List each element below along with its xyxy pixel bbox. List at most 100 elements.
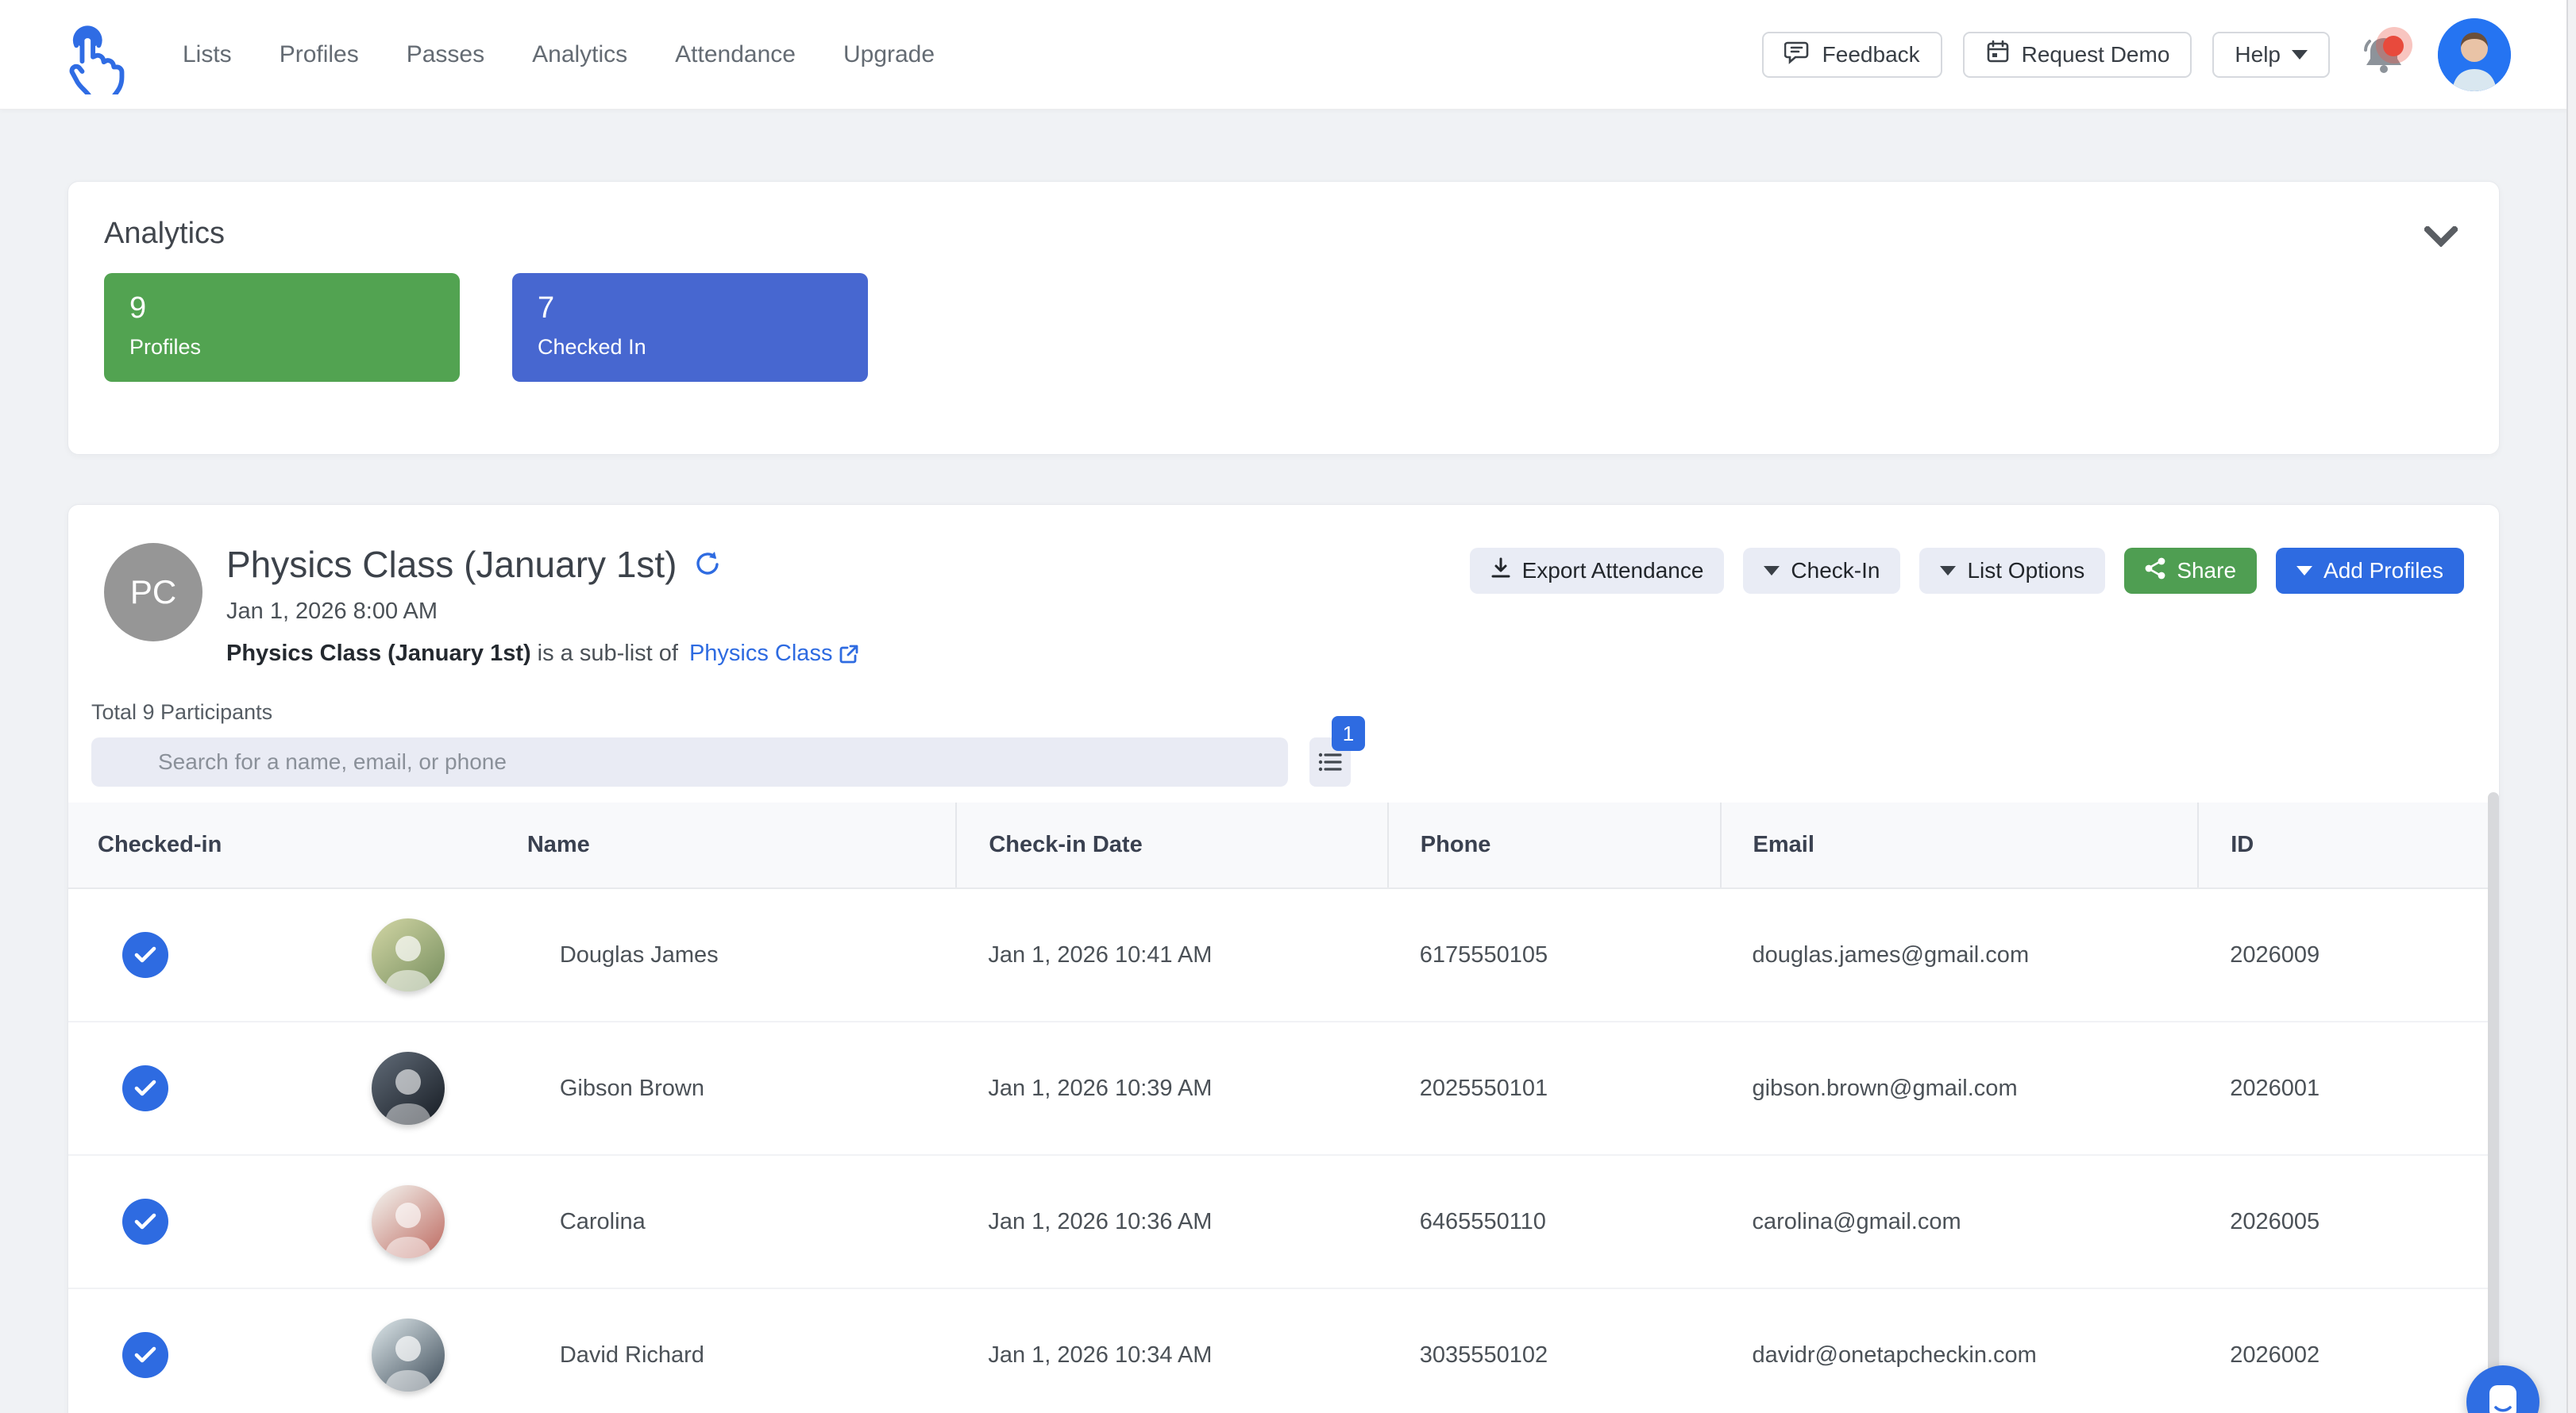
- check-icon: [133, 945, 157, 964]
- share-label: Share: [2177, 558, 2236, 583]
- profile-photo[interactable]: [372, 1052, 445, 1125]
- phone: 6175550105: [1388, 888, 1721, 1022]
- notification-bell-button[interactable]: [2362, 30, 2406, 79]
- column-checked-in[interactable]: Checked-in: [68, 803, 310, 888]
- checked-in-toggle[interactable]: [122, 932, 168, 978]
- phone: 6465550110: [1388, 1155, 1721, 1288]
- feedback-button[interactable]: Feedback: [1762, 32, 1942, 78]
- email: gibson.brown@gmail.com: [1721, 1022, 2199, 1155]
- request-demo-button[interactable]: Request Demo: [1963, 32, 2192, 78]
- help-label: Help: [2235, 42, 2281, 67]
- check-icon: [133, 1346, 157, 1365]
- participant-name[interactable]: David Richard: [560, 1342, 704, 1369]
- chevron-down-icon: [2424, 226, 2458, 247]
- participant-name[interactable]: Carolina: [560, 1209, 646, 1235]
- checked-in-label: Checked In: [538, 335, 843, 360]
- table-row[interactable]: Carolina Jan 1, 2026 10:36 AM 6465550110…: [68, 1155, 2499, 1288]
- profile-photo[interactable]: [372, 1185, 445, 1258]
- caret-down-icon: [2296, 566, 2312, 576]
- participant-id: 2026001: [2198, 1022, 2499, 1155]
- checked-in-stat-tile: 7 Checked In: [512, 273, 868, 382]
- sublist-text: is a sub-list of: [538, 641, 678, 667]
- list-view-icon: [1318, 752, 1342, 772]
- phone: 3035550102: [1388, 1288, 1721, 1413]
- profiles-label: Profiles: [129, 335, 434, 360]
- export-attendance-button[interactable]: Export Attendance: [1470, 548, 1725, 594]
- nav-item-attendance[interactable]: Attendance: [670, 33, 800, 76]
- check-in-date: Jan 1, 2026 10:34 AM: [956, 1288, 1387, 1413]
- nav-item-analytics[interactable]: Analytics: [527, 33, 632, 76]
- caret-down-icon: [1764, 566, 1780, 576]
- checked-in-toggle[interactable]: [122, 1332, 168, 1378]
- help-dropdown[interactable]: Help: [2212, 32, 2330, 78]
- feedback-icon: [1784, 39, 1811, 70]
- column-id[interactable]: ID: [2198, 803, 2499, 888]
- export-attendance-label: Export Attendance: [1522, 558, 1704, 583]
- list-options-dropdown-button[interactable]: List Options: [1919, 548, 2105, 594]
- participant-id: 2026005: [2198, 1155, 2499, 1288]
- caret-down-icon: [2292, 50, 2308, 60]
- refresh-icon[interactable]: [693, 549, 720, 580]
- profiles-stat-tile: 9 Profiles: [104, 273, 460, 382]
- list-datetime: Jan 1, 2026 8:00 AM: [226, 599, 859, 625]
- add-profiles-dropdown-button[interactable]: Add Profiles: [2276, 548, 2464, 594]
- request-demo-label: Request Demo: [2022, 42, 2170, 67]
- page-scrollbar[interactable]: [2566, 0, 2576, 1413]
- user-avatar[interactable]: [2438, 18, 2511, 91]
- view-count-badge: 1: [1332, 716, 1365, 751]
- list-detail-card: PC Physics Class (January 1st) Jan 1, 20…: [67, 504, 2500, 1413]
- feedback-label: Feedback: [1822, 42, 1920, 67]
- analytics-collapse-button[interactable]: [2419, 217, 2463, 256]
- analytics-card: Analytics 9 Profiles 7 Checked In: [67, 181, 2500, 455]
- list-view-toggle-button[interactable]: 1: [1309, 737, 1351, 787]
- email: davidr@onetapcheckin.com: [1721, 1288, 2199, 1413]
- nav-item-passes[interactable]: Passes: [402, 33, 489, 76]
- table-header-row: Checked-in Name Check-in Date Phone Emai…: [68, 803, 2499, 888]
- profile-photo[interactable]: [372, 1319, 445, 1392]
- column-name[interactable]: Name: [310, 803, 957, 888]
- caret-down-icon: [1940, 566, 1956, 576]
- column-phone[interactable]: Phone: [1388, 803, 1721, 888]
- check-in-date: Jan 1, 2026 10:39 AM: [956, 1022, 1387, 1155]
- top-navbar: Lists Profiles Passes Analytics Attendan…: [0, 0, 2576, 110]
- search-input[interactable]: [91, 737, 1288, 787]
- parent-list-link-label: Physics Class: [689, 641, 833, 667]
- checked-in-toggle[interactable]: [122, 1065, 168, 1111]
- parent-list-link[interactable]: Physics Class: [689, 641, 860, 667]
- analytics-title: Analytics: [104, 217, 2463, 251]
- participants-table: Checked-in Name Check-in Date Phone Emai…: [68, 803, 2499, 1413]
- total-participants: Total 9 Participants: [91, 700, 2499, 725]
- column-email[interactable]: Email: [1721, 803, 2199, 888]
- check-icon: [133, 1079, 157, 1098]
- participant-id: 2026002: [2198, 1288, 2499, 1413]
- onetap-logo-icon[interactable]: [56, 13, 132, 96]
- check-in-date: Jan 1, 2026 10:41 AM: [956, 888, 1387, 1022]
- list-options-label: List Options: [1967, 558, 2084, 583]
- list-initials-avatar: PC: [104, 543, 202, 641]
- nav-item-lists[interactable]: Lists: [178, 33, 237, 76]
- share-button[interactable]: Share: [2124, 548, 2257, 594]
- add-profiles-label: Add Profiles: [2323, 558, 2443, 583]
- external-link-icon: [839, 644, 859, 664]
- check-in-label: Check-In: [1791, 558, 1880, 583]
- table-row[interactable]: Douglas James Jan 1, 2026 10:41 AM 61755…: [68, 888, 2499, 1022]
- nav-item-profiles[interactable]: Profiles: [275, 33, 364, 76]
- sublist-line: Physics Class (January 1st) is a sub-lis…: [226, 641, 859, 667]
- table-row[interactable]: Gibson Brown Jan 1, 2026 10:39 AM 202555…: [68, 1022, 2499, 1155]
- participant-name[interactable]: Douglas James: [560, 942, 719, 968]
- table-scrollbar-thumb[interactable]: [2488, 792, 2499, 1400]
- main-nav: Lists Profiles Passes Analytics Attendan…: [178, 33, 939, 76]
- profiles-count: 9: [129, 291, 434, 325]
- participant-name[interactable]: Gibson Brown: [560, 1076, 704, 1102]
- column-check-in-date[interactable]: Check-in Date: [956, 803, 1387, 888]
- checked-in-count: 7: [538, 291, 843, 325]
- profile-photo[interactable]: [372, 918, 445, 991]
- participant-id: 2026009: [2198, 888, 2499, 1022]
- chat-bubble-icon: [2485, 1384, 2521, 1413]
- email: carolina@gmail.com: [1721, 1155, 2199, 1288]
- table-row[interactable]: David Richard Jan 1, 2026 10:34 AM 30355…: [68, 1288, 2499, 1413]
- checked-in-toggle[interactable]: [122, 1199, 168, 1245]
- check-in-dropdown-button[interactable]: Check-In: [1743, 548, 1900, 594]
- nav-item-upgrade[interactable]: Upgrade: [839, 33, 939, 76]
- download-icon: [1490, 557, 1511, 585]
